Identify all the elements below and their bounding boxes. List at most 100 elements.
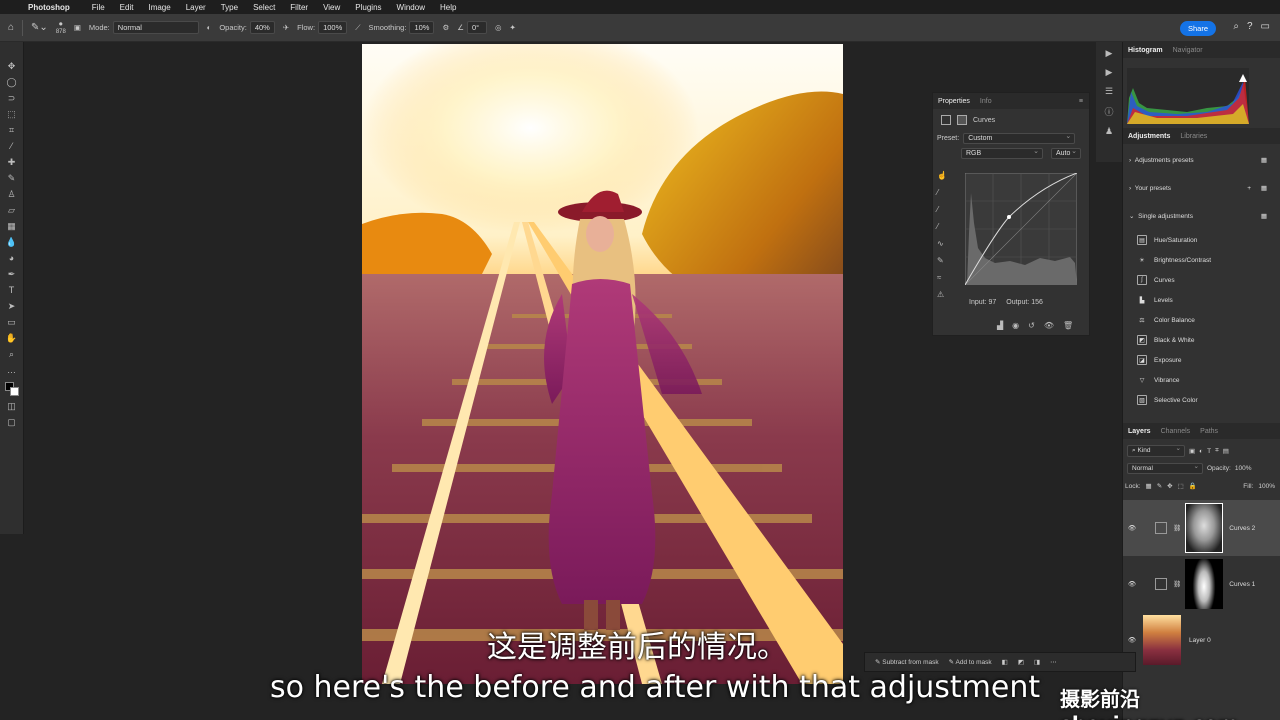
mask-icon[interactable] bbox=[957, 115, 967, 125]
layer-name[interactable]: Curves 1 bbox=[1229, 581, 1255, 588]
input-value[interactable]: 97 bbox=[988, 299, 996, 306]
brush-tool-icon[interactable]: ✎⌄ bbox=[31, 22, 48, 33]
document-canvas[interactable] bbox=[362, 44, 843, 684]
tab-adjustments[interactable]: Adjustments bbox=[1128, 133, 1170, 140]
opacity-field[interactable]: 40% bbox=[249, 21, 275, 34]
angle-field[interactable]: 0° bbox=[466, 21, 487, 34]
visibility-icon[interactable]: 👁 bbox=[1044, 321, 1054, 330]
adjustments-presets-section[interactable]: › Adjustments presets ▦ bbox=[1123, 146, 1280, 174]
blur-tool-icon[interactable]: 💧 bbox=[6, 236, 18, 248]
pressure-size-icon[interactable]: ◎ bbox=[495, 23, 502, 32]
menu-view[interactable]: View bbox=[323, 3, 340, 12]
tab-layers[interactable]: Layers bbox=[1128, 428, 1151, 435]
smoothing-settings-icon[interactable]: ⚙ bbox=[442, 23, 449, 32]
color-swatches[interactable] bbox=[4, 382, 19, 396]
layer-row-curves-1[interactable]: 👁 ⛓ Curves 1 bbox=[1123, 556, 1280, 612]
adjustment-exposure[interactable]: ◪ Exposure bbox=[1123, 350, 1280, 370]
character-icon[interactable]: ♟ bbox=[1105, 126, 1113, 137]
more-options-icon[interactable]: ⋯ bbox=[1050, 658, 1057, 666]
share-button[interactable]: Share bbox=[1179, 21, 1216, 36]
output-value[interactable]: 156 bbox=[1031, 299, 1043, 306]
mode-select[interactable]: Normal bbox=[112, 21, 199, 34]
subtract-from-mask-button[interactable]: ✎ Subtract from mask bbox=[875, 658, 939, 666]
invert-mask-icon[interactable]: ◧ bbox=[1002, 658, 1008, 666]
reset-icon[interactable]: ↺ bbox=[1028, 321, 1035, 330]
background-color[interactable] bbox=[9, 387, 19, 396]
brush-tool-icon[interactable]: ✎ bbox=[6, 172, 18, 184]
menu-plugins[interactable]: Plugins bbox=[355, 3, 381, 12]
adjustment-brightness-contrast[interactable]: ☀ Brightness/Contrast bbox=[1123, 250, 1280, 270]
tab-paths[interactable]: Paths bbox=[1200, 428, 1218, 435]
adjustments-icon[interactable]: ☰ bbox=[1105, 86, 1113, 97]
lock-transparent-icon[interactable]: ▦ bbox=[1146, 482, 1152, 490]
adjustment-curves[interactable]: ∫ Curves bbox=[1123, 270, 1280, 290]
layer-mask-thumbnail[interactable] bbox=[1185, 503, 1224, 553]
lock-artboard-icon[interactable]: ⬚ bbox=[1178, 482, 1184, 490]
on-image-adjust-icon[interactable]: ☝ bbox=[937, 171, 947, 180]
delete-icon[interactable]: 🗑 bbox=[1063, 321, 1073, 330]
filter-smart-icon[interactable]: ▤ bbox=[1223, 447, 1229, 455]
symmetry-icon[interactable]: ✦ bbox=[509, 23, 515, 32]
lock-position-icon[interactable]: ✥ bbox=[1167, 482, 1172, 490]
single-adjustments-section[interactable]: ⌄ Single adjustments ▦ bbox=[1123, 202, 1280, 230]
home-icon[interactable]: ⌂ bbox=[8, 22, 14, 33]
search-icon[interactable]: ⌕ bbox=[1233, 21, 1239, 32]
add-to-mask-button[interactable]: ✎ Add to mask bbox=[949, 658, 992, 666]
healing-tool-icon[interactable]: ✚ bbox=[6, 156, 18, 168]
grid-view-icon[interactable]: ▦ bbox=[1261, 184, 1267, 192]
lock-pixels-icon[interactable]: ✎ bbox=[1157, 482, 1162, 490]
menu-file[interactable]: File bbox=[92, 3, 105, 12]
visibility-icon[interactable]: 👁 bbox=[1123, 524, 1141, 532]
menu-image[interactable]: Image bbox=[148, 3, 170, 12]
grid-view-icon[interactable]: ▦ bbox=[1261, 212, 1267, 220]
layer-opacity-value[interactable]: 100% bbox=[1235, 465, 1252, 472]
curve-points-icon[interactable]: ∿ bbox=[937, 239, 947, 248]
gray-point-eyedropper-icon[interactable]: ⁄ bbox=[937, 205, 947, 214]
layer-name[interactable]: Layer 0 bbox=[1189, 637, 1211, 644]
gradient-tool-icon[interactable]: ▦ bbox=[6, 220, 18, 232]
filter-pixel-icon[interactable]: ▣ bbox=[1189, 447, 1195, 455]
smoothing-field[interactable]: 10% bbox=[409, 21, 435, 34]
clip-to-layer-icon[interactable]: ▟ bbox=[997, 321, 1003, 330]
tab-properties[interactable]: Properties bbox=[938, 98, 970, 105]
curves-graph[interactable] bbox=[965, 173, 1077, 285]
auto-button[interactable]: Auto bbox=[1051, 147, 1081, 159]
hand-tool-icon[interactable]: ✋ bbox=[6, 332, 18, 344]
object-select-tool-icon[interactable]: ⬚ bbox=[6, 108, 18, 120]
brush-settings-icon[interactable]: ▣ bbox=[74, 23, 81, 32]
layer-filter-select[interactable]: ⌕ Kind bbox=[1127, 444, 1185, 457]
channel-select[interactable]: RGB bbox=[961, 147, 1043, 159]
layer-thumbnail[interactable] bbox=[1143, 615, 1181, 665]
type-tool-icon[interactable]: T bbox=[6, 284, 18, 296]
app-name[interactable]: Photoshop bbox=[28, 3, 70, 12]
menu-edit[interactable]: Edit bbox=[120, 3, 134, 12]
clipping-warning-icon[interactable]: ⚠ bbox=[937, 290, 947, 299]
marquee-tool-icon[interactable]: ◯ bbox=[6, 76, 18, 88]
lasso-tool-icon[interactable]: ⊃ bbox=[6, 92, 18, 104]
brush-preset-picker[interactable]: ● 878 bbox=[56, 19, 66, 36]
adjustment-black-white[interactable]: ◩ Black & White bbox=[1123, 330, 1280, 350]
curve-point[interactable] bbox=[1007, 215, 1011, 219]
your-presets-section[interactable]: › Your presets + ▦ bbox=[1123, 174, 1280, 202]
menu-filter[interactable]: Filter bbox=[290, 3, 308, 12]
shape-tool-icon[interactable]: ▭ bbox=[6, 316, 18, 328]
pencil-curve-icon[interactable]: ✎ bbox=[937, 256, 947, 265]
zoom-tool-icon[interactable]: ⌕ bbox=[6, 348, 18, 360]
lock-all-icon[interactable]: 🔒 bbox=[1189, 482, 1197, 490]
info-icon[interactable]: ⓘ bbox=[1104, 105, 1113, 118]
smooth-curve-icon[interactable]: ≈ bbox=[937, 273, 947, 282]
adjustment-hue-saturation[interactable]: ▤ Hue/Saturation bbox=[1123, 230, 1280, 250]
airbrush-icon[interactable]: ✈ bbox=[283, 23, 289, 32]
view-previous-icon[interactable]: ◉ bbox=[1012, 321, 1019, 330]
link-icon[interactable]: ⛓ bbox=[1173, 580, 1181, 588]
more-tools-icon[interactable]: … bbox=[6, 364, 18, 376]
play-icon[interactable]: ▶ bbox=[1106, 48, 1113, 59]
flow-field[interactable]: 100% bbox=[318, 21, 348, 34]
airbrush-toggle-icon[interactable]: ⟋ bbox=[355, 23, 360, 33]
quick-mask-icon[interactable]: ◫ bbox=[6, 400, 18, 412]
tab-histogram[interactable]: Histogram bbox=[1128, 47, 1163, 54]
layer-mask-thumbnail[interactable] bbox=[1185, 559, 1224, 609]
visibility-icon[interactable]: 👁 bbox=[1123, 580, 1141, 588]
add-preset-icon[interactable]: + bbox=[1247, 185, 1251, 192]
adjustment-selective-color[interactable]: ▧ Selective Color bbox=[1123, 390, 1280, 410]
